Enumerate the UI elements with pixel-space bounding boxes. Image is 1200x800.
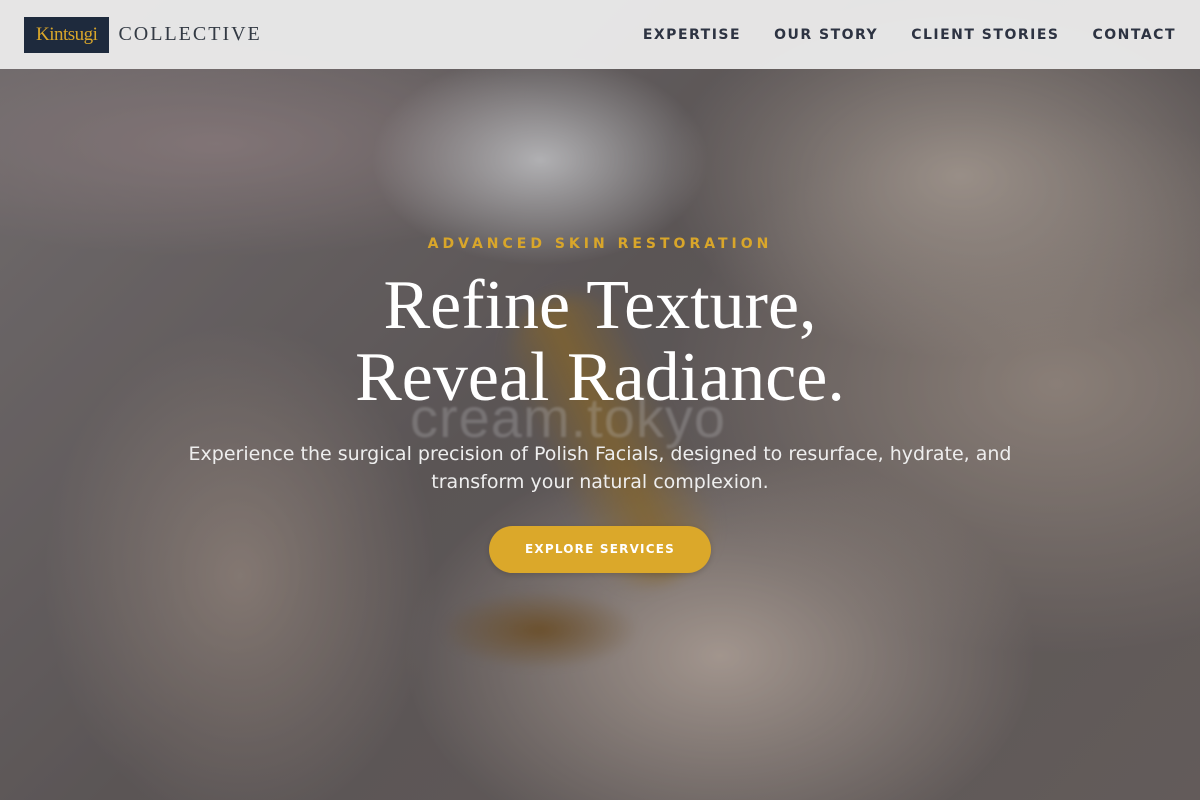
logo-link[interactable]: Kintsugi COLLECTIVE [24, 16, 262, 53]
nav-link-expertise[interactable]: EXPERTISE [643, 27, 741, 43]
hero-headline-line-1: Refine Texture, [383, 267, 817, 344]
hero-headline-line-2: Reveal Radiance. [355, 339, 845, 416]
logo-wordmark: COLLECTIVE [118, 23, 262, 45]
hero-eyebrow: ADVANCED SKIN RESTORATION [427, 236, 773, 252]
logo-mark: Kintsugi [24, 16, 110, 53]
site-header: Kintsugi COLLECTIVE EXPERTISE OUR STORY … [0, 0, 1200, 69]
nav-link-contact[interactable]: CONTACT [1092, 27, 1176, 43]
nav-link-client-stories[interactable]: CLIENT STORIES [911, 27, 1059, 43]
hero-headline: Refine Texture, Reveal Radiance. [0, 270, 1200, 414]
explore-services-button[interactable]: EXPLORE SERVICES [489, 526, 711, 573]
nav-link-our-story[interactable]: OUR STORY [774, 27, 878, 43]
page: cream.tokyo Kintsugi COLLECTIVE EXPERTIS… [0, 0, 1200, 800]
main-nav: EXPERTISE OUR STORY CLIENT STORIES CONTA… [643, 27, 1176, 43]
hero-subtext: Experience the surgical precision of Pol… [188, 443, 1012, 493]
hero-content: ADVANCED SKIN RESTORATION Refine Texture… [0, 236, 1200, 573]
